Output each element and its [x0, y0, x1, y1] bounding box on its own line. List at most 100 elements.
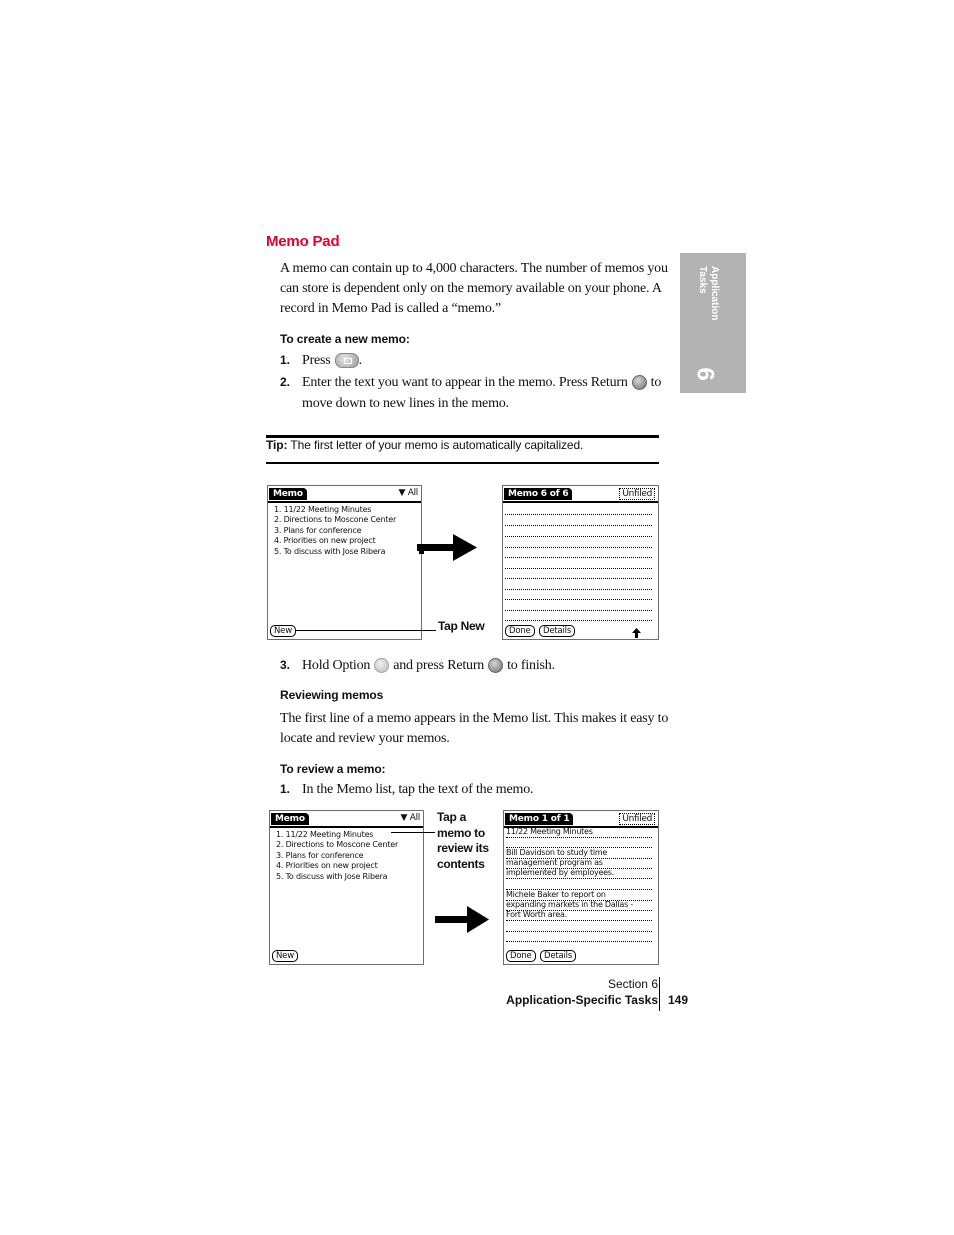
- done-button[interactable]: Done: [505, 625, 535, 637]
- callout-line-text: review its: [437, 841, 489, 855]
- step-number: 2.: [280, 375, 291, 389]
- callout-line: [296, 630, 436, 631]
- callout-line-text: memo to: [437, 825, 485, 840]
- review-memo-heading: To review a memo:: [280, 762, 386, 776]
- category-selector[interactable]: Unfiled: [619, 488, 655, 500]
- footer-divider: [659, 977, 660, 1011]
- up-arrow-icon[interactable]: [632, 628, 641, 638]
- memo-list-item[interactable]: 3. Plans for conference: [274, 526, 396, 536]
- step-number: 1.: [280, 353, 291, 367]
- step-text: Press: [302, 353, 331, 368]
- footer-chapter-title: Application-Specific Tasks: [506, 993, 658, 1007]
- memo-list-item[interactable]: 4. Priorities on new project: [274, 536, 396, 546]
- memo-text-line[interactable]: [505, 599, 652, 600]
- title-rule: [270, 826, 423, 828]
- reviewing-line: The first line of a memo appears in the …: [280, 711, 669, 726]
- section-title: Memo Pad: [266, 233, 340, 250]
- memo-text-line[interactable]: management program as: [506, 858, 603, 867]
- memo-text-line[interactable]: [505, 578, 652, 579]
- side-tab-line2: Tasks: [697, 266, 708, 294]
- callout-line-text: contents: [437, 856, 485, 871]
- category-selector[interactable]: Unfiled: [619, 813, 655, 825]
- tap-new-callout: Tap New: [438, 619, 485, 633]
- create-step-2: 2. Enter the text you want to appear in t…: [280, 372, 661, 414]
- step-text: Hold Option: [302, 658, 371, 673]
- right-arrow-icon: [435, 906, 489, 933]
- tip-text: The first letter of your memo is automat…: [290, 438, 584, 452]
- step-text: Enter the text you want to appear in the…: [302, 375, 628, 390]
- step-number: 1.: [280, 782, 291, 796]
- memo-text-line[interactable]: [505, 514, 652, 515]
- memo-text-line[interactable]: 11/22 Meeting Minutes: [506, 827, 593, 836]
- intro-line: record in Memo Pad is called a “memo.”: [280, 301, 501, 316]
- memo-list-item[interactable]: 1. 11/22 Meeting Minutes: [276, 830, 398, 840]
- screen-title: Memo 1 of 1: [505, 813, 574, 825]
- category-dropdown[interactable]: ▼ All: [399, 488, 419, 498]
- memo-list: 1. 11/22 Meeting Minutes 2. Directions t…: [274, 505, 396, 557]
- memo-list-item[interactable]: 5. To discuss with Jose Ribera: [274, 547, 396, 557]
- reviewing-paragraph: The first line of a memo appears in the …: [280, 709, 668, 749]
- memo-text-line[interactable]: [505, 620, 652, 621]
- review-step-1: 1. In the Memo list, tap the text of the …: [280, 779, 533, 800]
- footer-section: Section 6: [607, 977, 658, 991]
- tip-label: Tip:: [266, 438, 288, 452]
- memo-text-line[interactable]: Fort Worth area.: [506, 910, 567, 919]
- memo-text-line[interactable]: [505, 610, 652, 611]
- memo-pad-button-icon: [334, 352, 359, 368]
- memo-text-line[interactable]: Bill Davidson to study time: [506, 848, 607, 857]
- memo-text-line[interactable]: [505, 525, 652, 526]
- memo-detail-screen: Memo 1 of 1 Unfiled 11/22 Meeting Minute…: [503, 810, 659, 965]
- create-step-3: 3. Hold Option and press Return to finish…: [280, 655, 555, 676]
- tip: Tip: The first letter of your memo is au…: [266, 438, 583, 452]
- reviewing-heading: Reviewing memos: [280, 688, 384, 702]
- chapter-side-tab-label: Application Tasks: [690, 262, 730, 332]
- step-number: 3.: [280, 658, 291, 672]
- memo-list-item[interactable]: 3. Plans for conference: [276, 851, 398, 861]
- details-button[interactable]: Details: [539, 625, 576, 637]
- step-text: move down to new lines in the memo.: [302, 396, 509, 411]
- memo-text-line[interactable]: [505, 568, 652, 569]
- right-arrow-icon: [417, 534, 477, 561]
- callout-line: [391, 832, 435, 833]
- memo-dotted-rule: [506, 931, 652, 932]
- memo-text-line[interactable]: expanding markets in the Dallas -: [506, 900, 633, 909]
- memo-list: 1. 11/22 Meeting Minutes 2. Directions t…: [276, 830, 398, 882]
- memo-text-line[interactable]: Michele Baker to report on: [506, 890, 606, 899]
- step-text: and press Return: [393, 658, 485, 673]
- memo-list-item[interactable]: 1. 11/22 Meeting Minutes: [274, 505, 396, 515]
- memo-text-line[interactable]: [505, 557, 652, 558]
- new-button[interactable]: New: [270, 625, 296, 637]
- memo-list-item[interactable]: 2. Directions to Moscone Center: [274, 515, 396, 525]
- intro-line: can store is dependent only on the memor…: [280, 281, 662, 296]
- memo-text-line[interactable]: implemented by employees.: [506, 868, 614, 877]
- details-button[interactable]: Details: [540, 950, 577, 962]
- callout-line-text: Tap a: [437, 810, 466, 824]
- memo-dotted-rule: [506, 920, 652, 921]
- category-dropdown[interactable]: ▼ All: [401, 813, 421, 823]
- memo-text-line[interactable]: [505, 589, 652, 590]
- create-memo-heading: To create a new memo:: [280, 332, 410, 346]
- page-number: 149: [668, 993, 689, 1007]
- screen-title: Memo: [271, 813, 309, 825]
- memo-list-item[interactable]: 2. Directions to Moscone Center: [276, 840, 398, 850]
- done-button[interactable]: Done: [506, 950, 536, 962]
- intro-line: A memo can contain up to 4,000 character…: [280, 261, 668, 276]
- memo-text-line[interactable]: [505, 536, 652, 537]
- memo-text-line[interactable]: [505, 547, 652, 548]
- memo-list-screen: Memo ▼ All 1. 11/22 Meeting Minutes 2. D…: [267, 485, 422, 640]
- memo-list-item[interactable]: 5. To discuss with Jose Ribera: [276, 872, 398, 882]
- screen-title: Memo 6 of 6: [504, 488, 573, 500]
- chapter-number: 6: [691, 367, 719, 381]
- reviewing-line: locate and review your memos.: [280, 731, 450, 746]
- memo-dotted-rule: [506, 941, 652, 942]
- tap-memo-callout: Tap a memo to review its contents: [437, 810, 489, 872]
- step-text: to finish.: [507, 658, 555, 673]
- return-key-icon: [488, 657, 504, 673]
- tip-bottom-rule: [266, 462, 659, 464]
- new-memo-screen: Memo 6 of 6 Unfiled Done Details: [502, 485, 659, 640]
- title-rule: [503, 501, 658, 503]
- memo-list-item[interactable]: 4. Priorities on new project: [276, 861, 398, 871]
- side-tab-line1: Application: [709, 266, 720, 321]
- return-key-icon: [631, 374, 647, 390]
- new-button[interactable]: New: [272, 950, 298, 962]
